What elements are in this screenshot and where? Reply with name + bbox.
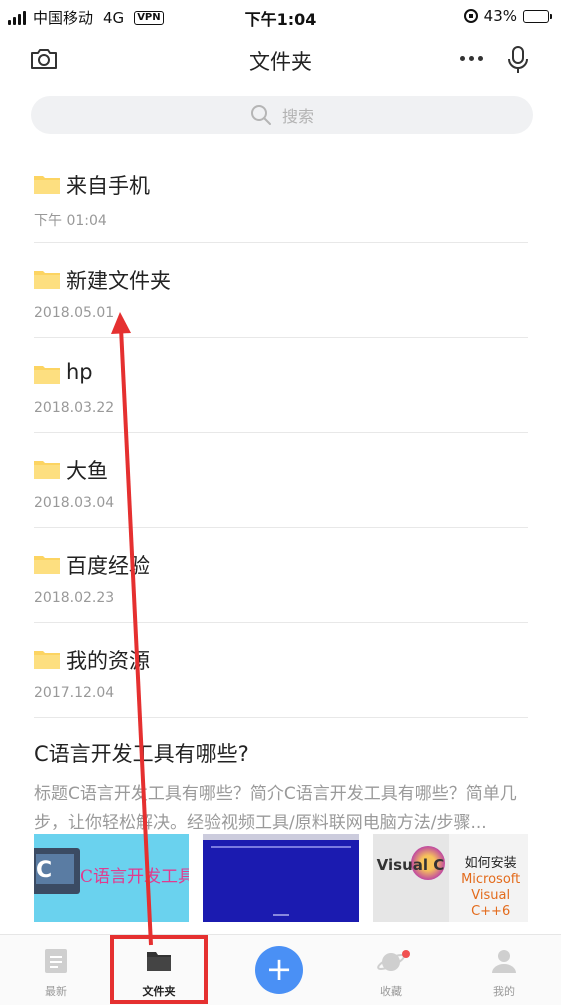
folder-row[interactable]: 来自手机 下午 01:04 — [34, 148, 528, 243]
folder-name: hp — [66, 360, 93, 384]
folder-icon — [34, 651, 60, 669]
article-card[interactable]: C语言开发工具有哪些? 标题C语言开发工具有哪些？简介C语言开发工具有哪些？简单… — [34, 738, 528, 922]
tab-label: 收藏 — [380, 985, 402, 998]
page-title: 文件夹 — [249, 50, 312, 74]
search-input[interactable]: 搜索 — [31, 96, 533, 134]
article-thumbnails: C C语言开发工具有 Visual C 如何安装 Microsoft Visua… — [34, 834, 528, 922]
folder-icon — [34, 176, 60, 194]
document-icon — [45, 949, 67, 973]
tab-mine[interactable]: 我的 — [464, 935, 544, 1005]
more-icon[interactable] — [460, 56, 483, 61]
add-button[interactable]: + — [255, 946, 303, 994]
folder-name: 来自手机 — [66, 174, 150, 198]
tab-latest[interactable]: 最新 — [16, 935, 96, 1005]
person-icon — [492, 950, 516, 973]
folder-row[interactable]: 百度经验 2018.02.23 — [34, 528, 528, 623]
folder-row[interactable]: 我的资源 2017.12.04 — [34, 623, 528, 718]
header: 文件夹 — [0, 34, 561, 86]
thumbnail-image — [203, 834, 359, 922]
tab-favorites[interactable]: 收藏 — [351, 935, 431, 1005]
rotation-lock-icon — [463, 9, 478, 23]
folder-row[interactable]: 新建文件夹 2018.05.01 — [34, 243, 528, 338]
folder-date: 2018.03.04 — [34, 495, 115, 511]
folder-icon — [34, 556, 60, 574]
search-icon — [250, 105, 271, 125]
thumbnail-caption: 如何安装 — [464, 856, 517, 871]
battery-percent: 43% — [483, 7, 517, 25]
folder-date: 2018.02.23 — [34, 590, 115, 606]
thumbnail-image: C C语言开发工具有 — [34, 834, 190, 922]
thumbnail-caption: C语言开发工具有 — [80, 867, 190, 887]
planet-icon — [377, 953, 405, 971]
folder-date: 2018.03.22 — [34, 400, 115, 416]
folder-date: 2017.12.04 — [34, 685, 115, 701]
thumbnail-caption: Microsoft — [461, 872, 521, 887]
folder-date: 2018.05.01 — [34, 305, 115, 321]
article-summary: 标题C语言开发工具有哪些？简介C语言开发工具有哪些？简单几步，让你轻松解决。经验… — [34, 784, 517, 833]
folder-name: 我的资源 — [66, 649, 150, 673]
highlight-box — [110, 935, 208, 1004]
folder-date: 下午 01:04 — [34, 213, 107, 229]
tab-label: 我的 — [493, 985, 515, 998]
folder-row[interactable]: 大鱼 2018.03.04 — [34, 433, 528, 528]
thumbnail-image: Visual C 如何安装 Microsoft Visual C++6 — [372, 834, 528, 922]
battery-icon — [523, 9, 552, 23]
notification-dot — [402, 950, 410, 958]
microphone-icon[interactable] — [508, 46, 528, 74]
thumbnail-caption: Visual C++6 — [471, 888, 511, 919]
folder-list: 来自手机 下午 01:04 新建文件夹 2018.05.01 hp 2018.0… — [34, 148, 528, 718]
folder-icon — [34, 271, 60, 289]
status-bar: 中国移动 4G VPN 下午1:04 43% — [0, 0, 561, 34]
article-title: C语言开发工具有哪些? — [34, 742, 249, 766]
tab-label: 最新 — [45, 985, 67, 998]
folder-name: 百度经验 — [66, 554, 150, 578]
folder-name: 新建文件夹 — [66, 269, 171, 293]
search-placeholder: 搜索 — [281, 107, 314, 126]
folder-row[interactable]: hp 2018.03.22 — [34, 338, 528, 433]
thumbnail-brand: Visual C — [376, 856, 445, 874]
folder-icon — [34, 366, 60, 384]
folder-icon — [34, 461, 60, 479]
folder-name: 大鱼 — [66, 459, 108, 483]
thumbnail-letter: C — [36, 858, 53, 883]
